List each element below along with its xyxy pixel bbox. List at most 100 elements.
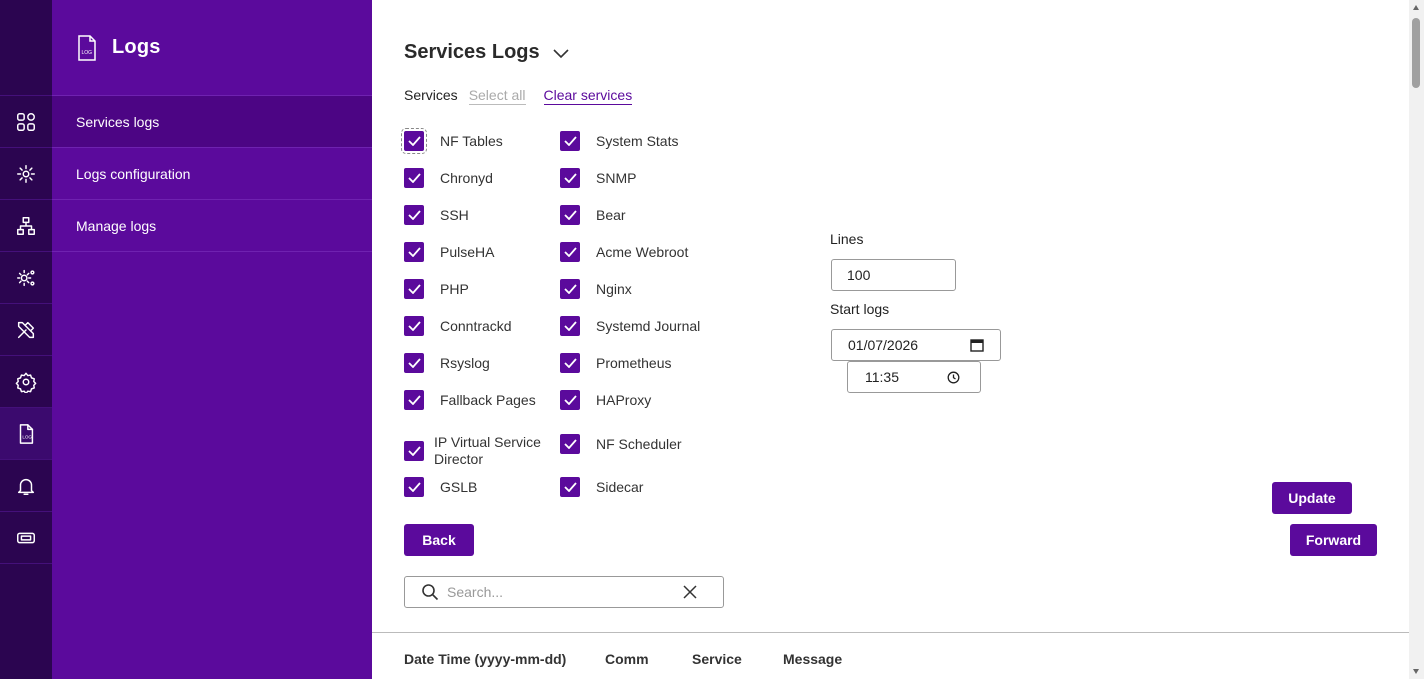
start-time-input[interactable]: 11:35 — [847, 361, 981, 393]
service-checkbox-right[interactable]: Prometheus — [560, 353, 671, 373]
service-checkbox-left[interactable]: Rsyslog — [404, 353, 490, 373]
calendar-icon[interactable] — [970, 338, 984, 352]
close-icon[interactable] — [683, 585, 697, 599]
rail-item-services[interactable] — [0, 252, 52, 304]
service-checkbox-label: Nginx — [596, 280, 632, 297]
service-checkbox-right[interactable]: System Stats — [560, 131, 678, 151]
service-checkbox-right[interactable]: Nginx — [560, 279, 632, 299]
checkbox-checked-icon[interactable] — [560, 434, 580, 454]
service-checkbox-label: NF Scheduler — [596, 435, 682, 452]
checkbox-checked-icon[interactable] — [404, 390, 424, 410]
checkbox-checked-icon[interactable] — [404, 168, 424, 188]
search-input[interactable]: Search... — [447, 584, 683, 600]
sidebar-title: Logs — [112, 36, 161, 58]
service-checkbox-label: HAProxy — [596, 391, 652, 408]
checkbox-checked-icon[interactable] — [560, 131, 580, 151]
services-toolbar: Services Select all Clear services — [404, 87, 633, 105]
settings-icon — [15, 372, 37, 393]
sidebar-header: LOG Logs — [52, 0, 372, 96]
checkbox-checked-icon[interactable] — [404, 477, 424, 497]
service-checkbox-right[interactable]: NF Scheduler — [560, 434, 682, 454]
start-date-value: 01/07/2026 — [848, 337, 919, 353]
checkbox-checked-icon[interactable] — [560, 168, 580, 188]
sidebar-item-manage-logs[interactable]: Manage logs — [52, 200, 372, 252]
rail-item-logs[interactable]: LOG — [0, 408, 52, 460]
lines-label: Lines — [830, 231, 864, 247]
column-header-message[interactable]: Message — [783, 651, 842, 667]
service-checkbox-left[interactable]: Chronyd — [404, 168, 493, 188]
checkbox-checked-icon[interactable] — [404, 242, 424, 262]
scroll-thumb[interactable] — [1412, 18, 1420, 88]
service-checkbox-label: Fallback Pages — [440, 391, 536, 408]
clock-icon[interactable] — [947, 371, 960, 384]
page-title[interactable]: Services Logs — [404, 41, 570, 64]
checkbox-checked-icon[interactable] — [560, 242, 580, 262]
rail-item-cluster[interactable] — [0, 148, 52, 200]
tools-icon — [17, 321, 35, 338]
service-checkbox-left[interactable]: GSLB — [404, 477, 477, 497]
checkbox-checked-icon[interactable] — [560, 477, 580, 497]
service-checkbox-left[interactable]: NF Tables — [401, 128, 503, 154]
checkbox-checked-icon[interactable] — [404, 353, 424, 373]
sidebar-item-services-logs[interactable]: Services logs — [52, 96, 372, 148]
chevron-down-icon — [553, 48, 569, 58]
update-button[interactable]: Update — [1272, 482, 1352, 514]
scrollbar[interactable] — [1409, 0, 1424, 679]
checkbox-checked-icon[interactable] — [560, 390, 580, 410]
service-checkbox-right[interactable]: Acme Webroot — [560, 242, 688, 262]
column-header-service[interactable]: Service — [692, 651, 742, 667]
scroll-up-arrow-icon[interactable] — [1413, 5, 1419, 10]
service-checkbox-label: Conntrackd — [440, 317, 512, 334]
search-field[interactable]: Search... — [404, 576, 724, 608]
service-checkbox-label: SSH — [440, 206, 469, 223]
service-checkbox-left[interactable]: Fallback Pages — [404, 390, 536, 410]
dashboard-icon — [17, 112, 35, 131]
checkbox-checked-icon[interactable] — [404, 441, 424, 461]
checkbox-checked-icon[interactable] — [560, 279, 580, 299]
forward-button[interactable]: Forward — [1290, 524, 1377, 556]
service-checkbox-right[interactable]: HAProxy — [560, 390, 651, 410]
lines-input[interactable]: 100 — [831, 259, 956, 291]
rail-item-licence[interactable] — [0, 512, 52, 564]
service-checkbox-right[interactable]: SNMP — [560, 168, 636, 188]
checkbox-checked-icon[interactable] — [404, 279, 424, 299]
column-header-comm[interactable]: Comm — [605, 651, 649, 667]
rail-item-dashboard[interactable] — [0, 96, 52, 148]
service-checkbox-right[interactable]: Bear — [560, 205, 626, 225]
service-checkbox-label: Systemd Journal — [596, 317, 701, 334]
service-checkbox-label: GSLB — [440, 478, 478, 495]
service-checkbox-right[interactable]: Systemd Journal — [560, 316, 700, 336]
rail-item-network[interactable] — [0, 200, 52, 252]
rail-item-tools[interactable] — [0, 304, 52, 356]
start-date-input[interactable]: 01/07/2026 — [831, 329, 1001, 361]
service-checkbox-label: Sidecar — [596, 478, 644, 495]
main-content: Services Logs Services Select all Clear … — [372, 0, 1409, 679]
checkbox-checked-icon[interactable] — [560, 205, 580, 225]
sidebar-item-logs-configuration[interactable]: Logs configuration — [52, 148, 372, 200]
select-all-link[interactable]: Select all — [468, 87, 526, 105]
service-checkbox-left[interactable]: PHP — [404, 279, 469, 299]
ticket-icon — [17, 532, 35, 543]
icon-rail: LOG — [0, 0, 52, 679]
service-checkbox-left[interactable]: PulseHA — [404, 242, 494, 262]
back-button[interactable]: Back — [404, 524, 474, 556]
checkbox-checked-icon[interactable] — [404, 316, 424, 336]
service-checkbox-label: NF Tables — [440, 132, 503, 149]
checkbox-checked-icon[interactable] — [401, 128, 427, 154]
service-checkbox-label: Prometheus — [596, 354, 672, 371]
service-checkbox-right[interactable]: Sidecar — [560, 477, 643, 497]
rail-item-settings[interactable] — [0, 356, 52, 408]
service-checkbox-label: PulseHA — [440, 243, 495, 260]
search-icon — [422, 584, 439, 601]
service-checkbox-left[interactable]: Conntrackd — [404, 316, 512, 336]
svg-text:LOG: LOG — [22, 434, 32, 439]
checkbox-checked-icon[interactable] — [560, 353, 580, 373]
column-header-date-time[interactable]: Date Time (yyyy-mm-dd) — [404, 651, 566, 667]
rail-item-alerts[interactable] — [0, 460, 52, 512]
checkbox-checked-icon[interactable] — [404, 205, 424, 225]
service-checkbox-left[interactable]: IP Virtual Service Director — [404, 434, 554, 468]
clear-services-link[interactable]: Clear services — [543, 87, 633, 105]
scroll-down-arrow-icon[interactable] — [1413, 669, 1419, 674]
checkbox-checked-icon[interactable] — [560, 316, 580, 336]
service-checkbox-left[interactable]: SSH — [404, 205, 469, 225]
